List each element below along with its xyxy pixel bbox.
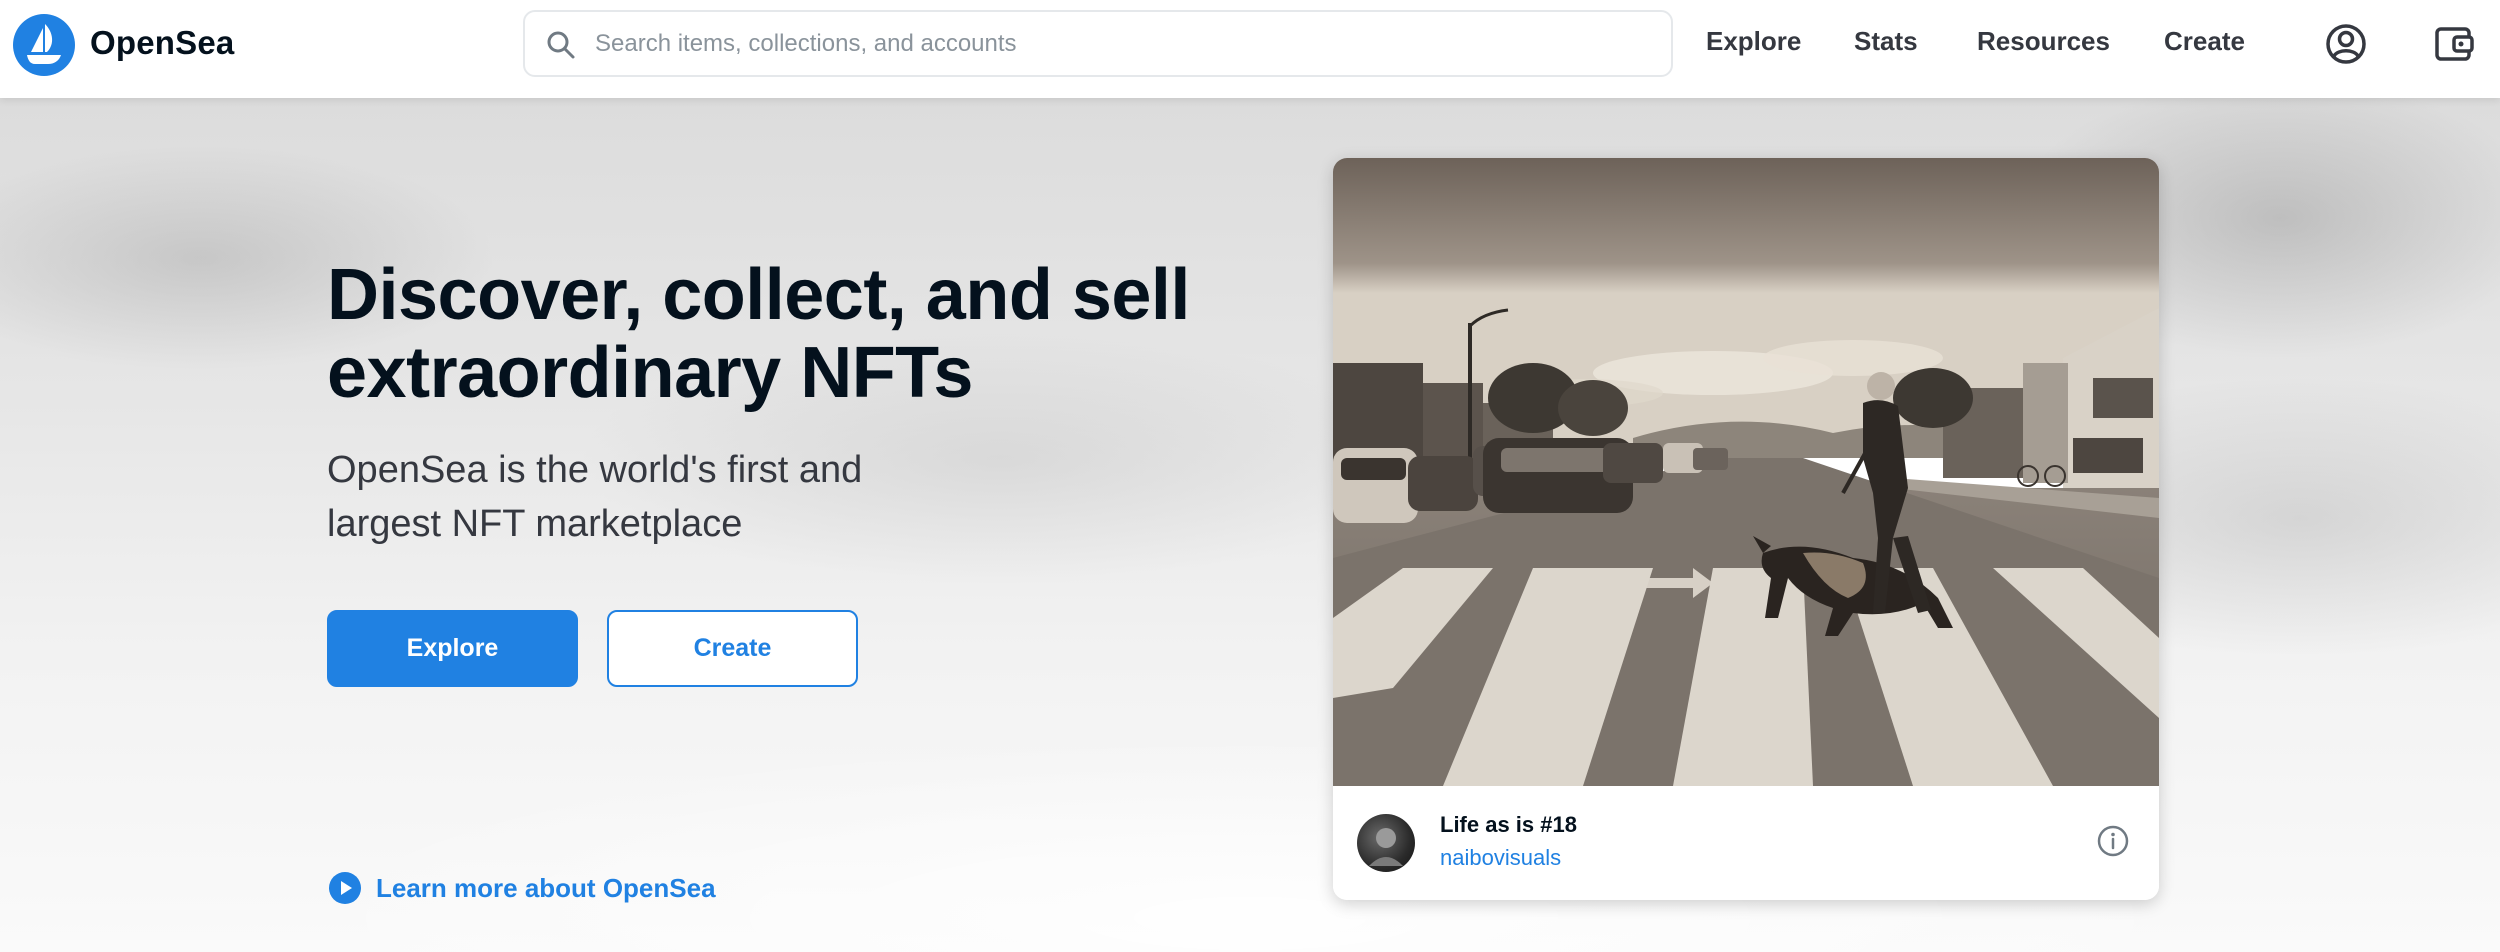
search-bar[interactable]	[523, 10, 1673, 77]
search-input[interactable]	[593, 22, 1653, 66]
brand-name[interactable]: OpenSea	[90, 24, 234, 62]
nav-stats[interactable]: Stats	[1854, 26, 1918, 57]
top-navigation-bar: OpenSea Explore Stats Resources Create	[0, 0, 2500, 98]
learn-more-link[interactable]: Learn more about OpenSea	[328, 870, 716, 906]
featured-nft-card[interactable]: Life as is #18 naibovisuals	[1333, 158, 2159, 900]
create-button[interactable]: Create	[607, 610, 858, 687]
wallet-icon[interactable]	[2430, 20, 2478, 68]
explore-button[interactable]: Explore	[327, 610, 578, 687]
creator-avatar[interactable]	[1357, 814, 1415, 872]
hero-section: Discover, collect, and sell extraordinar…	[0, 98, 2500, 952]
info-icon[interactable]	[2096, 824, 2130, 858]
account-circle-icon[interactable]	[2322, 20, 2370, 68]
learn-more-label: Learn more about OpenSea	[376, 872, 716, 903]
creator-link[interactable]: naibovisuals	[1440, 845, 1561, 871]
nav-resources[interactable]: Resources	[1977, 26, 2110, 57]
opensea-logo-icon[interactable]	[13, 14, 75, 76]
nav-create[interactable]: Create	[2164, 26, 2245, 57]
nft-image[interactable]	[1333, 158, 2159, 786]
search-icon	[547, 31, 575, 59]
hero-subtitle: OpenSea is the world's first and largest…	[327, 449, 863, 545]
nft-name[interactable]: Life as is #18	[1440, 812, 1577, 838]
play-circle-icon	[329, 872, 361, 904]
nft-card-footer: Life as is #18 naibovisuals	[1333, 786, 2159, 900]
nav-explore[interactable]: Explore	[1706, 26, 1801, 57]
hero-title: Discover, collect, and sell extraordinar…	[327, 255, 1190, 413]
